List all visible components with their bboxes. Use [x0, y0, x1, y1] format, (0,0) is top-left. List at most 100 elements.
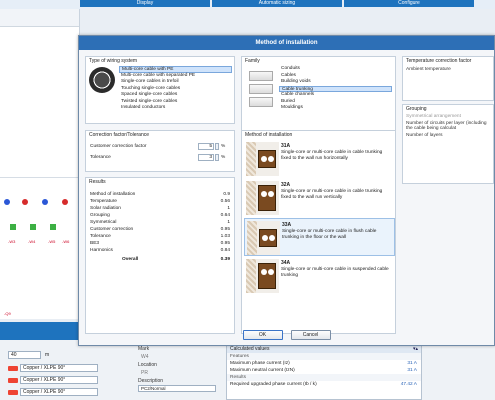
installation-option-selected[interactable]: 33A Single-core or multi-core cable in f…: [244, 218, 395, 256]
load-icon[interactable]: [50, 224, 56, 230]
description-field[interactable]: PC2/Normal: [138, 385, 216, 392]
spinner-arrows-icon[interactable]: [215, 154, 219, 161]
result-label: Harmonics: [90, 248, 113, 253]
mark-value[interactable]: W4: [135, 353, 225, 361]
customer-correction-input[interactable]: 5: [198, 143, 214, 150]
symmetrical-arrangement-checkbox[interactable]: Symmetrical arrangement: [403, 113, 493, 120]
result-row: Harmonics 0.84: [90, 248, 230, 253]
family-title: Family: [245, 58, 260, 64]
cable-color-icon: [8, 389, 18, 395]
node-icon[interactable]: [62, 199, 68, 205]
description-label: Description: [138, 378, 164, 384]
installation-diagram-icon: [247, 221, 280, 255]
installation-option[interactable]: 34A Single-core or multi-core cable in s…: [244, 257, 395, 295]
installation-method-title: Method of installation: [245, 132, 293, 138]
installation-option[interactable]: 32A Single-core or multi-core cable in c…: [244, 179, 395, 217]
overall-row: Overall 0.39: [122, 257, 230, 262]
calc-header-label: Calculated values: [230, 346, 270, 352]
result-label: Temperature: [90, 199, 117, 204]
calculated-values-panel: Calculated values ▾▴ Features Maximum ph…: [226, 344, 422, 400]
wiring-system-title: Type of wiring system: [89, 58, 138, 64]
spinner-arrows-icon[interactable]: [215, 143, 219, 150]
result-label: Customer correction: [90, 227, 134, 232]
installation-code: 32A: [281, 182, 291, 188]
result-value: 0.56: [220, 199, 230, 204]
wiring-system-list: Multi-core cable with PE Multi-core cabl…: [119, 66, 232, 112]
length-input[interactable]: 40: [8, 351, 41, 359]
calc-row-label: Required upgraded phase current (Ib / k): [230, 382, 317, 387]
results-section[interactable]: Results: [227, 374, 421, 381]
schematic-toolbar: [0, 9, 79, 27]
result-row: Grouping 0.64: [90, 213, 230, 218]
schematic-label: -Q9: [4, 311, 11, 316]
schematic-pane[interactable]: -W3 -W4 -W5 -W6 -Q9: [0, 9, 80, 319]
results-group: Results Method of installation 0.9 Temper…: [85, 177, 235, 334]
result-row: Temperature 0.56: [90, 199, 230, 204]
node-icon[interactable]: [4, 199, 10, 205]
tolerance-input[interactable]: 3: [198, 154, 214, 161]
top-ribbon: Display Automatic sizing Configure: [0, 0, 495, 9]
node-icon[interactable]: [42, 199, 48, 205]
cable-type-select[interactable]: Copper / XLPE 90°: [20, 376, 98, 384]
wiring-option[interactable]: Insulated conductors: [119, 105, 232, 112]
cable-properties: Mark W4 Location PR Description PC2/Norm…: [135, 345, 225, 392]
result-value: 0.95: [220, 241, 230, 246]
number-of-layers-label: Number of layers: [406, 133, 443, 138]
tab-automatic-sizing[interactable]: Automatic sizing: [212, 0, 342, 7]
method-of-installation-dialog: Method of installation Type of wiring sy…: [78, 35, 495, 346]
results-title: Results: [89, 179, 106, 185]
cable-type-select[interactable]: Copper / XLPE 90°: [20, 388, 98, 396]
result-label: Solar radiation: [90, 206, 121, 211]
node-icon[interactable]: [22, 199, 28, 205]
family-option[interactable]: Mouldings: [279, 105, 392, 112]
load-icon[interactable]: [30, 224, 36, 230]
dialog-title: Method of installation: [79, 36, 494, 50]
tab-configure[interactable]: Configure: [344, 0, 474, 7]
collapse-icon[interactable]: ▾▴: [413, 345, 418, 353]
installation-diagram-icon: [246, 142, 279, 176]
cable-color-icon: [8, 365, 18, 371]
location-value[interactable]: PR: [135, 369, 225, 377]
calculated-values-header[interactable]: Calculated values ▾▴: [227, 345, 421, 353]
result-row: Customer correction 0.95: [90, 227, 230, 232]
circuits-per-layer-label: Number of circuits per layer (including …: [406, 121, 487, 131]
load-icon[interactable]: [10, 224, 16, 230]
result-label: BE3: [90, 241, 100, 246]
temperature-correction-group: Temperature correction factor Ambient te…: [402, 56, 494, 101]
installation-description: Single-core or multi-core cable in cable…: [281, 189, 383, 200]
wiring-system-group: Type of wiring system Multi-core cable w…: [85, 56, 235, 124]
calc-row-value: 47.42 A: [400, 382, 417, 387]
ok-button[interactable]: OK: [242, 330, 283, 340]
result-value: 1: [227, 206, 230, 211]
features-section[interactable]: Features: [227, 353, 421, 360]
installation-code: 34A: [281, 260, 291, 266]
result-label: Tolerance: [90, 234, 111, 239]
cable-type-select[interactable]: Copper / XLPE 90°: [20, 364, 98, 372]
cable-row: Copper / XLPE 90°: [8, 376, 98, 384]
result-value: 0.95: [220, 227, 230, 232]
cable-row: Copper / XLPE 90°: [8, 388, 98, 396]
cable-cross-section-icon: [89, 67, 115, 93]
tab-display[interactable]: Display: [80, 0, 210, 7]
length-unit: m: [45, 352, 50, 358]
cancel-button[interactable]: Cancel: [290, 330, 331, 340]
calc-row-label: Maximum phase current (Iz): [230, 361, 290, 366]
result-row: BE3 0.95: [90, 241, 230, 246]
result-value: 0.9: [223, 192, 230, 197]
result-row: Tolerance 1.03: [90, 234, 230, 239]
installation-description: Single-core or multi-core cable in flush…: [282, 229, 377, 240]
installation-diagram-icon: [246, 181, 279, 215]
grouping-group: Grouping Symmetrical arrangement Number …: [402, 104, 494, 184]
dialog-buttons: OK Cancel: [79, 330, 494, 340]
percent-unit: %: [221, 144, 226, 149]
correction-title: Correction factor/Tolerance: [89, 132, 150, 138]
result-row: Symmetrical 1: [90, 220, 230, 225]
calc-row: Required upgraded phase current (Ib / k)…: [227, 381, 421, 388]
overall-value: 0.39: [220, 257, 230, 262]
result-label: Grouping: [90, 213, 110, 218]
installation-description: Single-core or multi-core cable in cable…: [281, 150, 383, 161]
percent-unit: %: [221, 155, 226, 160]
installation-option[interactable]: 31A Single-core or multi-core cable in c…: [244, 140, 395, 178]
cable-row: Copper / XLPE 90°: [8, 364, 98, 372]
result-value: 1.03: [220, 234, 230, 239]
